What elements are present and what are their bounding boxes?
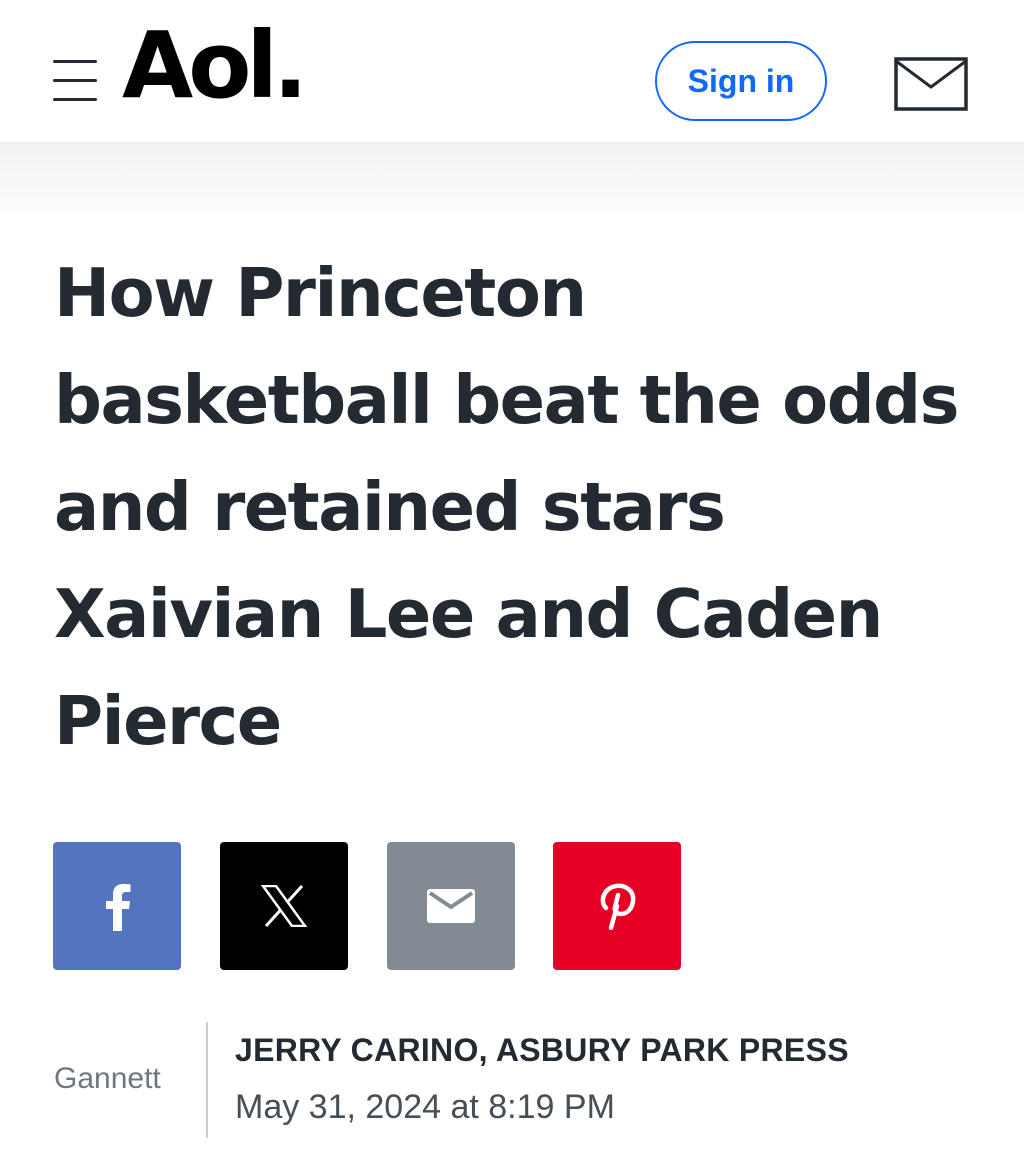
menu-bar bbox=[53, 60, 97, 63]
ad-placeholder-band bbox=[0, 142, 1024, 222]
publish-timestamp: May 31, 2024 at 8:19 PM bbox=[235, 1088, 615, 1126]
site-header: Aol. Sign in bbox=[0, 0, 1024, 142]
facebook-icon bbox=[106, 884, 131, 931]
share-x-button[interactable] bbox=[220, 842, 348, 970]
share-email-button[interactable] bbox=[387, 842, 515, 970]
provider-name[interactable]: Gannett bbox=[54, 1062, 161, 1096]
byline-divider bbox=[206, 1022, 208, 1138]
article-headline: How Princeton basketball beat the odds a… bbox=[54, 254, 960, 760]
mail-envelope-icon[interactable] bbox=[894, 57, 968, 111]
menu-bar bbox=[53, 79, 97, 82]
share-facebook-button[interactable] bbox=[53, 842, 181, 970]
sign-in-button[interactable]: Sign in bbox=[655, 41, 827, 121]
pinterest-icon bbox=[600, 883, 636, 930]
share-buttons bbox=[53, 842, 693, 970]
email-icon bbox=[427, 889, 475, 923]
author-name: JERRY CARINO, ASBURY PARK PRESS bbox=[235, 1032, 849, 1068]
share-pinterest-button[interactable] bbox=[553, 842, 681, 970]
hamburger-menu-icon[interactable] bbox=[53, 60, 97, 102]
article-page: Aol. Sign in How Princeton basketball be… bbox=[0, 0, 1024, 1156]
menu-bar bbox=[53, 98, 97, 101]
aol-logo[interactable]: Aol. bbox=[122, 20, 308, 112]
article-byline: Gannett JERRY CARINO, ASBURY PARK PRESS … bbox=[54, 1022, 1014, 1138]
x-icon bbox=[261, 885, 307, 927]
